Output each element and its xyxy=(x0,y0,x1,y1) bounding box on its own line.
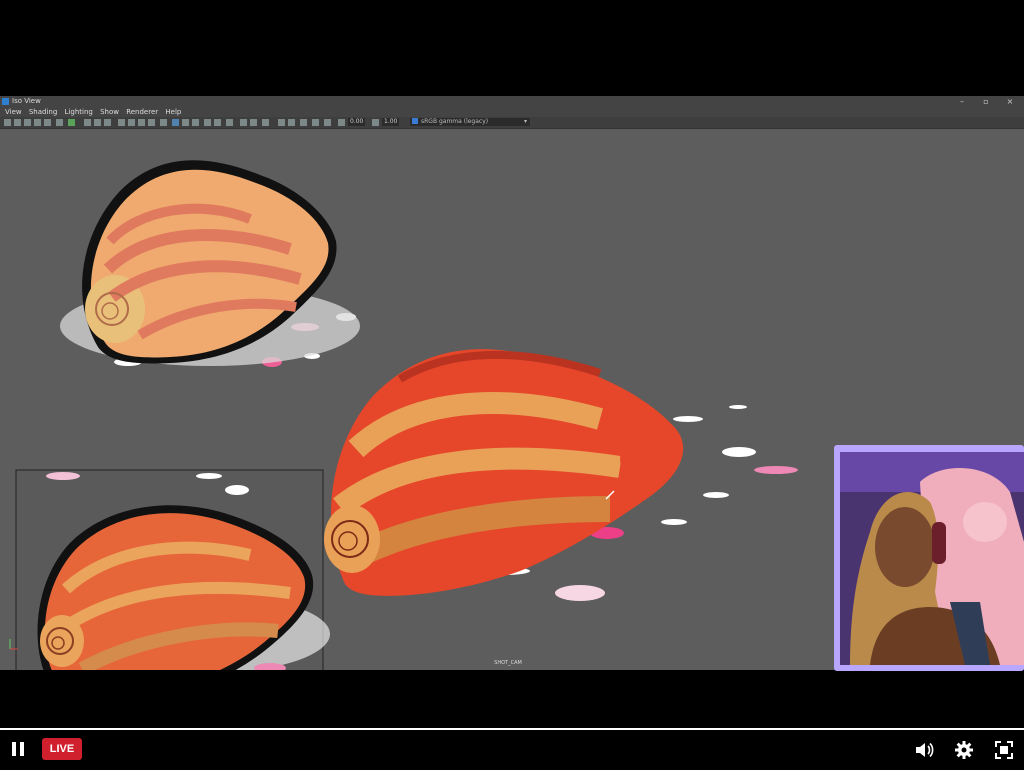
depth-of-field-icon[interactable] xyxy=(214,119,221,126)
shadows-icon[interactable] xyxy=(172,119,179,126)
exposure-reset-icon[interactable] xyxy=(338,119,345,126)
xray-icon[interactable] xyxy=(240,119,247,126)
film-gate-icon[interactable] xyxy=(56,119,63,126)
volume-icon[interactable] xyxy=(914,740,934,760)
shell-main-center xyxy=(324,349,684,596)
menu-renderer[interactable]: Renderer xyxy=(126,107,158,117)
anti-aliasing-icon[interactable] xyxy=(204,119,211,126)
safe-action-icon[interactable] xyxy=(104,119,111,126)
settings-icon[interactable] xyxy=(954,740,974,760)
streamer-image xyxy=(840,452,1024,665)
smooth-shade-icon[interactable] xyxy=(128,119,135,126)
window-titlebar: Iso View – ▫ × xyxy=(0,96,1024,107)
camera-label: SHOT_CAM xyxy=(494,660,522,666)
exposure-field[interactable]: 0.00 xyxy=(348,118,366,126)
ambient-occlusion-icon[interactable] xyxy=(182,119,189,126)
menu-shading[interactable]: Shading xyxy=(29,107,57,117)
camera-select-icon[interactable] xyxy=(4,119,11,126)
menu-show[interactable]: Show xyxy=(100,107,119,117)
maya-app-icon xyxy=(2,98,9,105)
ui-toggle-icon[interactable] xyxy=(278,119,285,126)
maximize-icon[interactable]: ▫ xyxy=(979,96,993,107)
color-management-icon xyxy=(412,118,418,124)
close-icon[interactable]: × xyxy=(1003,96,1017,107)
field-chart-icon[interactable] xyxy=(94,119,101,126)
viewport-menubar: View Shading Lighting Show Renderer Help xyxy=(0,107,1024,117)
color-space-value: sRGB gamma (legacy) xyxy=(421,118,489,125)
shell-outlined-top xyxy=(60,160,360,366)
pan-zoom-icon[interactable] xyxy=(312,119,319,126)
resolution-gate-icon[interactable] xyxy=(68,119,75,126)
lights-icon[interactable] xyxy=(160,119,167,126)
pause-icon[interactable] xyxy=(12,742,26,756)
exposure-icon[interactable] xyxy=(300,119,307,126)
isolate-select-icon[interactable] xyxy=(226,119,233,126)
bookmark-icon[interactable] xyxy=(24,119,31,126)
grease-pencil-icon[interactable] xyxy=(324,119,331,126)
color-space-dropdown[interactable]: sRGB gamma (legacy) ▾ xyxy=(410,118,530,126)
webcam-overlay xyxy=(834,445,1024,671)
image-plane-icon[interactable] xyxy=(34,119,41,126)
xray-joints-icon[interactable] xyxy=(250,119,257,126)
window-title: Iso View xyxy=(12,97,41,105)
gamma-field[interactable]: 1.00 xyxy=(382,118,400,126)
hud-icon[interactable] xyxy=(288,119,295,126)
minimize-icon[interactable]: – xyxy=(955,96,969,107)
gate-mask-icon[interactable] xyxy=(84,119,91,126)
chevron-down-icon: ▾ xyxy=(523,118,527,125)
inset-reference-panel xyxy=(15,469,330,670)
menu-lighting[interactable]: Lighting xyxy=(65,107,93,117)
webcam-feed xyxy=(840,452,1024,665)
motion-blur-icon[interactable] xyxy=(192,119,199,126)
video-player[interactable]: Iso View – ▫ × View Shading Lighting Sho… xyxy=(0,0,1024,728)
player-controls: LIVE xyxy=(0,728,1024,770)
backface-icon[interactable] xyxy=(262,119,269,126)
menu-view[interactable]: View xyxy=(5,107,22,117)
grid-icon[interactable] xyxy=(44,119,51,126)
menu-help[interactable]: Help xyxy=(165,107,181,117)
wireframe-on-shaded-icon[interactable] xyxy=(138,119,145,126)
camera-attr-icon[interactable] xyxy=(14,119,21,126)
fullscreen-icon[interactable] xyxy=(994,740,1014,760)
wireframe-icon[interactable] xyxy=(118,119,125,126)
textured-icon[interactable] xyxy=(148,119,155,126)
gamma-icon[interactable] xyxy=(372,119,379,126)
viewport-toolbar: 0.00 1.00 sRGB gamma (legacy) ▾ xyxy=(0,117,1024,129)
live-badge[interactable]: LIVE xyxy=(42,738,82,760)
